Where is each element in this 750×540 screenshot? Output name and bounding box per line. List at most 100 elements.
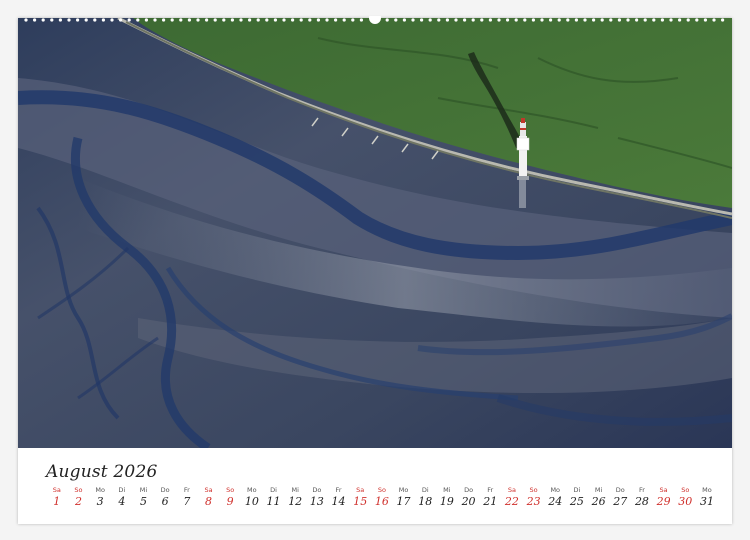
day-cell: Mi 26: [588, 486, 610, 509]
binding-hole: [454, 18, 458, 22]
binding-hole: [187, 18, 191, 22]
binding-hole: [583, 18, 587, 22]
binding-hole: [703, 18, 708, 22]
day-cell: Mi 19: [436, 486, 458, 509]
day-number: 25: [569, 495, 584, 508]
binding-hole: [669, 18, 673, 22]
day-cell: Do 27: [609, 486, 631, 509]
day-abbr: Do: [464, 486, 474, 494]
day-number: 16: [374, 495, 389, 508]
day-abbr: Do: [312, 486, 322, 494]
day-number: 6: [161, 495, 169, 508]
day-abbr: Mo: [247, 486, 257, 494]
binding-hole: [488, 18, 492, 22]
binding-hole: [162, 18, 166, 22]
day-number: 29: [656, 495, 671, 508]
binding-hole: [308, 18, 312, 22]
binding-hole: [428, 18, 432, 22]
day-cell: Di 18: [414, 486, 436, 509]
day-cell: Do 20: [458, 486, 480, 509]
day-number: 20: [461, 495, 476, 508]
binding-hole: [351, 18, 355, 22]
day-cell: Sa 29: [653, 486, 675, 509]
day-abbr: So: [681, 486, 690, 494]
day-abbr: Di: [270, 486, 277, 494]
day-abbr: Sa: [659, 486, 668, 494]
day-number: 14: [331, 495, 346, 508]
day-cell: Mi 12: [284, 486, 306, 509]
day-cell: So 23: [523, 486, 545, 509]
day-cell: So 9: [219, 486, 241, 509]
day-number: 10: [244, 495, 259, 508]
day-cell: Sa 8: [198, 486, 220, 509]
binding-hole: [41, 18, 45, 22]
binding-hole: [291, 18, 295, 22]
day-abbr: Mo: [702, 486, 712, 494]
day-cell: Sa 15: [349, 486, 371, 509]
day-number: 11: [266, 495, 281, 508]
binding-hole: [437, 18, 441, 22]
day-abbr: Sa: [204, 486, 213, 494]
binding-hole: [540, 18, 544, 22]
binding-hole: [626, 18, 630, 22]
day-abbr: Fr: [183, 486, 190, 494]
binding-hole: [394, 18, 398, 22]
day-number: 21: [483, 495, 498, 508]
day-number: 30: [678, 495, 693, 508]
binding-hole: [101, 18, 105, 22]
day-number: 8: [205, 495, 212, 508]
binding-hole: [514, 18, 518, 22]
binding-hole: [463, 18, 467, 22]
day-number: 28: [634, 495, 649, 508]
day-number: 27: [613, 495, 628, 508]
day-number: 13: [309, 495, 324, 508]
day-number: 7: [183, 495, 191, 508]
day-abbr: Sa: [52, 486, 61, 494]
binding-hole: [721, 18, 725, 22]
day-abbr: Fr: [335, 486, 342, 494]
binding-hole: [67, 18, 71, 22]
day-number: 15: [353, 495, 368, 508]
binding-hole: [695, 18, 699, 22]
day-abbr: Di: [573, 486, 581, 494]
day-number: 1: [53, 495, 61, 508]
binding-hole: [248, 18, 252, 22]
day-row: Sa 1 So 2 Mo 3 Di 4 Mi 5 Do 6 Fr 7 Sa 8 So 9 Mo 10 Di 11 Mi 12 D…: [46, 486, 718, 509]
binding-hole: [635, 18, 639, 22]
day-number: 5: [139, 495, 147, 508]
day-abbr: Mi: [443, 486, 451, 494]
binding-hole: [506, 18, 510, 22]
binding-hole: [523, 18, 527, 22]
binding-hole: [342, 18, 346, 22]
day-cell: Sa 1: [46, 486, 68, 509]
binding-hole: [445, 18, 449, 22]
day-abbr: Do: [615, 486, 625, 494]
binding-hole: [385, 18, 389, 22]
binding-hole: [643, 18, 647, 22]
day-number: 24: [548, 495, 563, 508]
day-number: 23: [526, 495, 541, 508]
calendar-strip: August 2026 Sa 1 So 2 Mo 3 Di 4 Mi 5 Do 6 Fr 7 Sa 8 So 9 M…: [18, 448, 732, 524]
spiral-binding: [18, 16, 732, 24]
binding-hole: [58, 18, 63, 22]
day-cell: Fr 21: [479, 486, 501, 509]
binding-hole: [497, 18, 501, 22]
day-cell: Di 25: [566, 486, 588, 509]
binding-hole: [549, 18, 553, 22]
day-abbr: Mi: [139, 486, 148, 494]
binding-hole: [531, 18, 536, 22]
binding-hole: [574, 18, 579, 22]
binding-hole: [230, 18, 234, 22]
binding-hole: [592, 18, 596, 22]
day-cell: Sa 22: [501, 486, 523, 509]
day-cell: Mo 17: [393, 486, 415, 509]
binding-hole: [712, 18, 716, 22]
binding-hole: [678, 18, 682, 22]
binding-hole: [205, 18, 209, 22]
day-number: 26: [591, 495, 606, 508]
day-number: 9: [226, 495, 234, 508]
binding-hole: [179, 18, 183, 22]
day-abbr: Mi: [594, 486, 603, 494]
binding-hole: [359, 18, 363, 22]
day-number: 4: [118, 495, 126, 508]
